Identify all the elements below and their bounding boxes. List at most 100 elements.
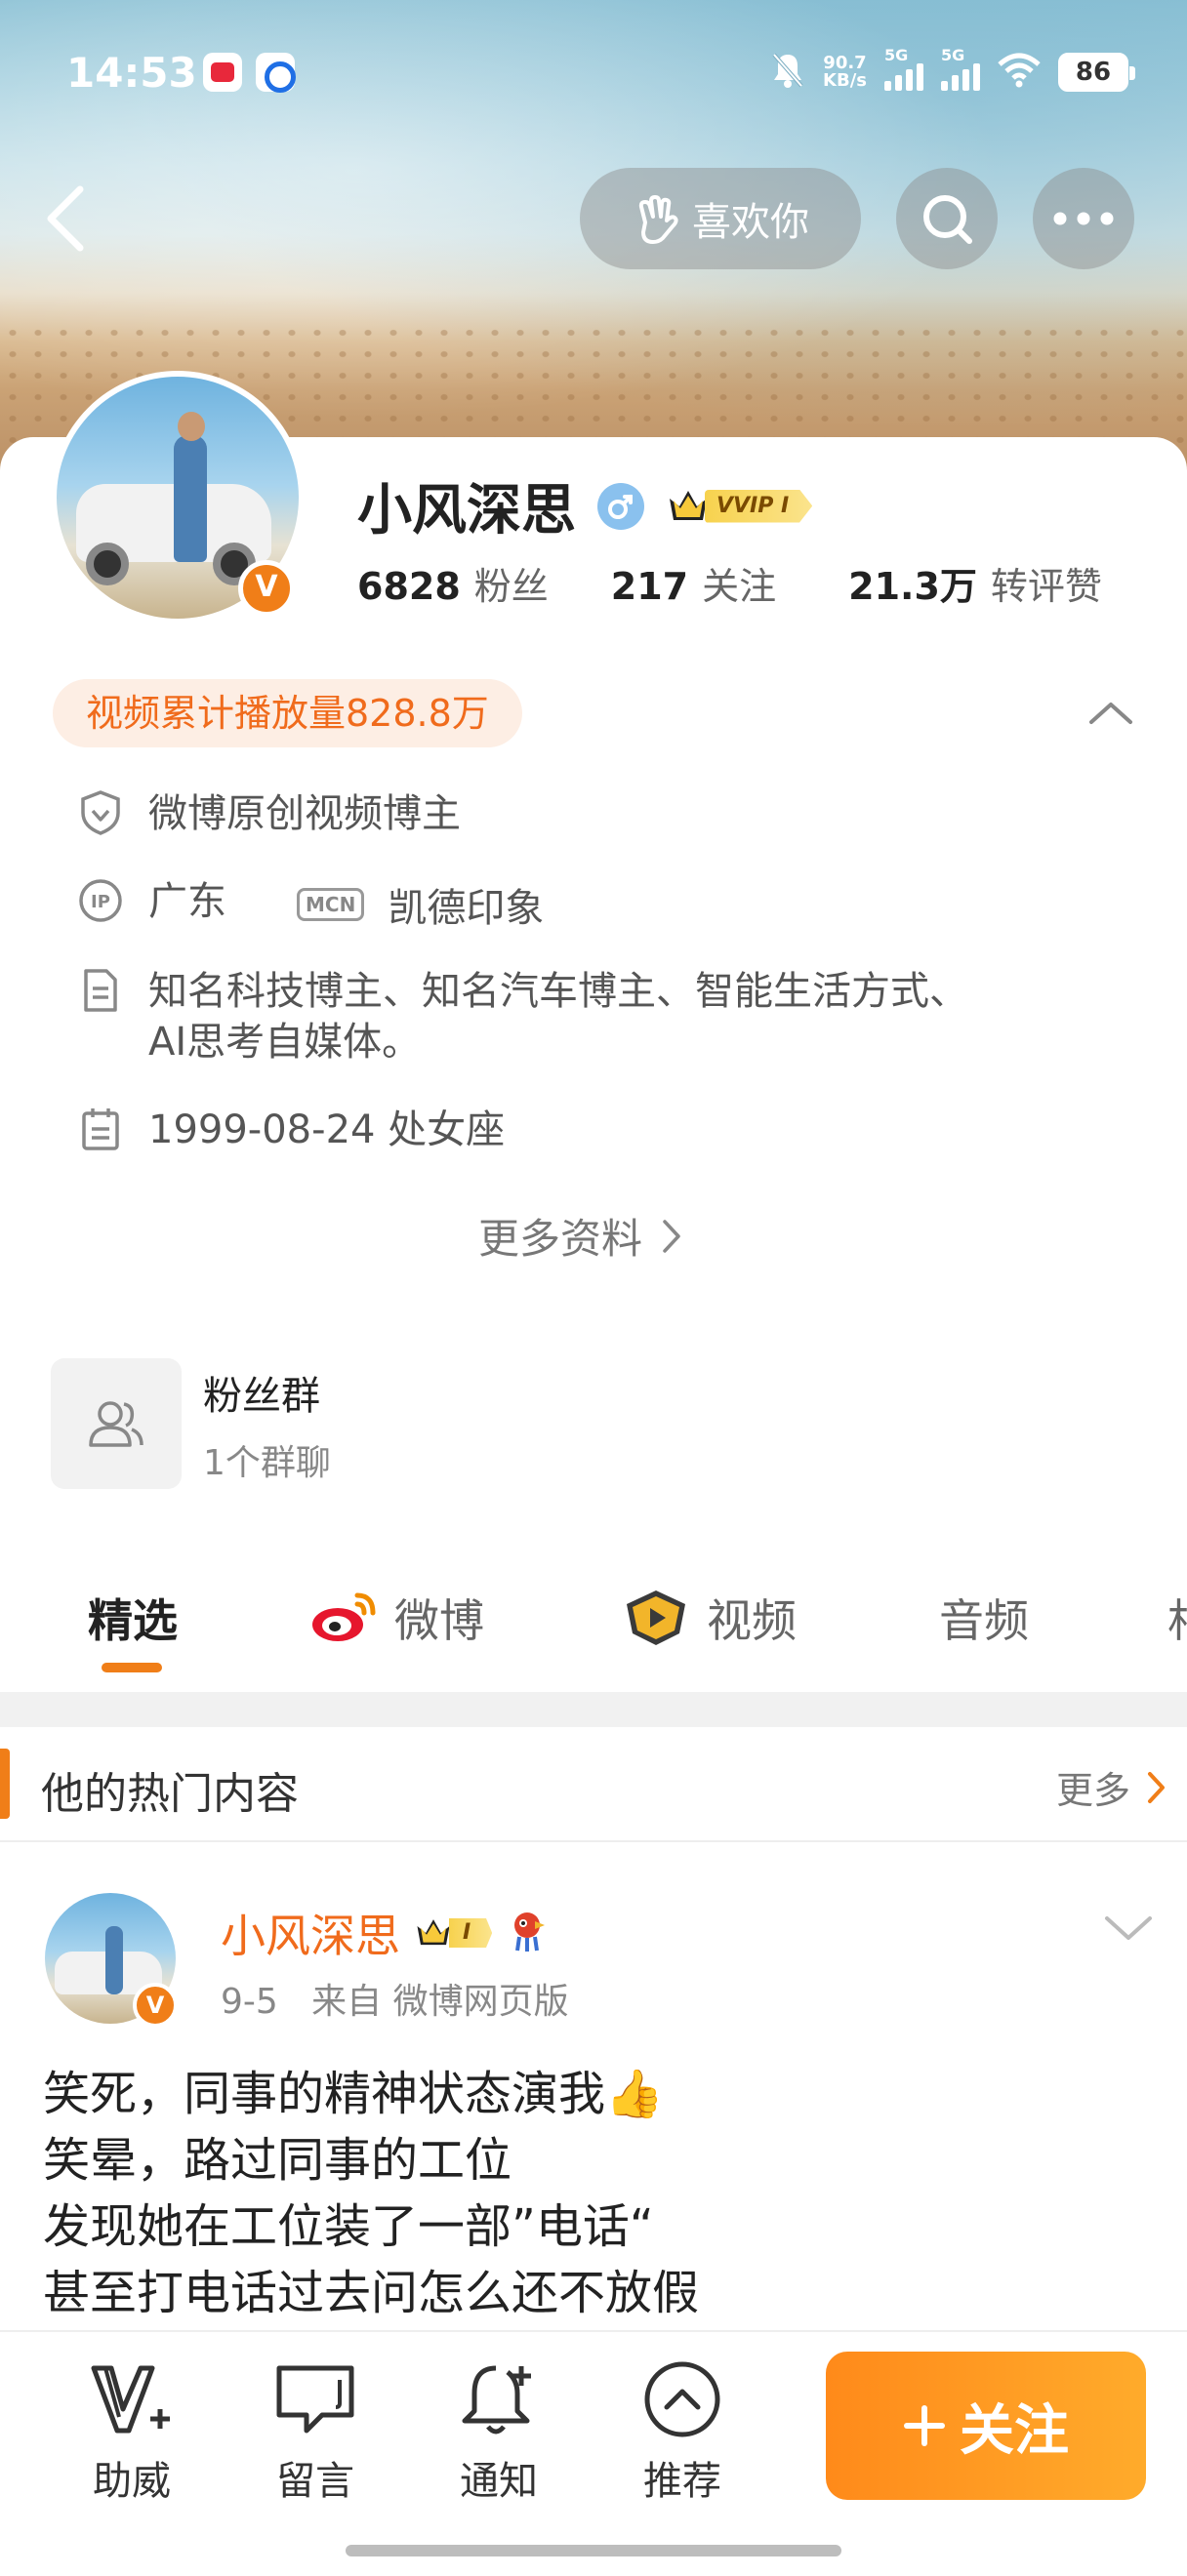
chevron-down-icon <box>1105 1916 1152 1940</box>
male-gender-icon <box>597 482 644 530</box>
crown-icon <box>414 1915 453 1951</box>
status-bar: 14:53 90.7 KB/s 5G 5G 86 <box>0 39 1187 107</box>
ip-location-icon: IP <box>76 876 125 925</box>
notify-button[interactable]: 通知 <box>426 2355 572 2506</box>
more-info-label: 更多资料 <box>478 1215 643 1263</box>
chevron-right-icon <box>1148 1771 1165 1803</box>
hot-content-header: 他的热门内容 更多 <box>0 1727 1187 1842</box>
weibo-logo-icon <box>312 1592 376 1641</box>
birthday-text: 1999-08-24 处女座 <box>148 1107 506 1152</box>
post-text[interactable]: 笑死，同事的精神状态演我👍 笑晕，路过同事的工位 发现她在工位装了一部”电话“ … <box>43 2061 1156 2326</box>
mcn-row: MCN 凯德印象 <box>297 876 544 933</box>
like-you-button[interactable]: 喜欢你 <box>580 168 861 269</box>
signal-strength-icon: 5G <box>941 46 980 91</box>
vvip-label: VVIP I <box>705 489 813 523</box>
follow-label: 关注 <box>960 2398 1069 2463</box>
post-line: 笑死，同事的精神状态演我👍 <box>43 2067 664 2121</box>
mcn-name: 凯德印象 <box>388 886 545 931</box>
post-line: 甚至打电话过去问怎么还不放假 <box>43 2266 700 2320</box>
post-options-button[interactable] <box>1099 1909 1158 1948</box>
collapse-button[interactable] <box>1082 683 1140 742</box>
recommend-button[interactable]: 推荐 <box>609 2355 756 2506</box>
message-button[interactable]: 留言 <box>242 2355 389 2506</box>
tab-video[interactable]: 视频 <box>621 1579 797 1657</box>
document-icon <box>76 966 125 1015</box>
section-divider <box>0 1692 1187 1727</box>
network-speed: 90.7 KB/s <box>823 53 867 91</box>
like-you-label: 喜欢你 <box>692 200 809 245</box>
cheer-v-plus-icon <box>88 2355 176 2443</box>
tab-featured[interactable]: 精选 <box>88 1579 178 1657</box>
content-tabs: 精选 微博 视频 音频 相 <box>0 1579 1187 1676</box>
profile-stats: 6828 粉丝 217 关注 21.3万 转评赞 <box>357 556 1102 610</box>
vvip-badge[interactable]: VVIP I <box>666 487 813 526</box>
mcn-icon: MCN <box>297 888 365 921</box>
wave-hand-icon <box>638 195 678 244</box>
back-button[interactable] <box>39 183 98 254</box>
search-button[interactable] <box>896 168 998 269</box>
chat-bubble-icon <box>271 2355 359 2443</box>
birthday-row: 1999-08-24 处女座 <box>76 1105 505 1155</box>
post-author-name[interactable]: 小风深思 <box>221 1901 400 1965</box>
interactions-stat[interactable]: 21.3万 转评赞 <box>848 556 1102 610</box>
fan-group-subtitle: 1个群聊 <box>203 1443 331 1483</box>
verification-text: 微博原创视频博主 <box>148 791 461 836</box>
video-badge-icon <box>627 1590 685 1645</box>
group-people-icon <box>89 1401 143 1447</box>
chevron-left-icon <box>47 185 84 252</box>
post-line: 笑晕，路过同事的工位 <box>43 2133 512 2188</box>
profile-avatar[interactable]: V <box>51 371 305 624</box>
bio-row: 知名科技博主、知名汽车博主、智能生活方式、 AI思考自媒体。 <box>76 966 968 1067</box>
location-row: IP 广东 MCN 凯德印象 <box>76 876 544 933</box>
post-date: 9-5 <box>221 1982 278 2022</box>
fan-group-icon-box[interactable] <box>51 1358 182 1489</box>
battery-indicator: 86 <box>1058 53 1135 92</box>
follow-button[interactable]: 关注 <box>826 2352 1146 2500</box>
post-meta: 9-5 来自 微博网页版 <box>221 1973 569 2024</box>
hot-content-title: 他的热门内容 <box>41 1769 299 1819</box>
more-info-link[interactable]: 更多资料 <box>478 1206 683 1266</box>
status-time: 14:53 <box>66 49 197 97</box>
svg-text:IP: IP <box>91 892 110 912</box>
plus-icon <box>904 2405 945 2446</box>
chevron-up-circle-icon <box>638 2355 726 2443</box>
calendar-icon <box>76 1105 125 1153</box>
video-app-notification-icon <box>203 53 242 92</box>
active-tab-indicator <box>102 1663 162 1672</box>
signal-strength-icon: 5G <box>884 46 923 91</box>
mute-icon <box>770 51 805 94</box>
user-name: 小风深思 <box>357 479 576 543</box>
profile-name-row: 小风深思 VVIP I <box>357 466 813 545</box>
fans-stat[interactable]: 6828 粉丝 <box>357 556 549 610</box>
ip-location-text: 广东 <box>148 879 226 924</box>
fan-badge-icon <box>506 1908 549 1958</box>
cheer-button[interactable]: 助威 <box>59 2355 205 2506</box>
search-icon <box>923 195 972 244</box>
post-line: 发现她在工位装了一部”电话“ <box>43 2199 654 2254</box>
following-stat[interactable]: 217 关注 <box>611 556 776 610</box>
tab-album[interactable]: 相 <box>1167 1579 1187 1657</box>
bio-text: 知名科技博主、知名汽车博主、智能生活方式、 AI思考自媒体。 <box>148 969 968 1065</box>
hot-content-more-link[interactable]: 更多 <box>1056 1760 1167 1814</box>
video-plays-badge[interactable]: 视频累计播放量828.8万 <box>53 679 522 747</box>
tab-weibo[interactable]: 微博 <box>308 1579 484 1657</box>
chevron-up-icon <box>1089 703 1132 724</box>
home-indicator[interactable] <box>346 2545 841 2556</box>
shield-icon <box>76 788 125 837</box>
crown-icon <box>666 487 711 526</box>
more-options-button[interactable] <box>1033 168 1134 269</box>
fan-group-title[interactable]: 粉丝群 <box>203 1364 320 1421</box>
bottom-action-bar: 助威 留言 通知 推荐 关注 <box>0 2330 1187 2576</box>
bell-plus-icon <box>455 2355 543 2443</box>
post-source: 来自 微博网页版 <box>311 1982 569 2022</box>
chevron-right-icon <box>663 1219 680 1253</box>
verification-row: 微博原创视频博主 <box>76 788 461 839</box>
wifi-icon <box>998 53 1041 92</box>
verified-badge-icon: V <box>133 1983 178 2028</box>
app-notification-icon <box>256 53 296 93</box>
more-dots-icon <box>1053 212 1114 225</box>
tab-audio[interactable]: 音频 <box>939 1579 1029 1657</box>
vip-level-badge[interactable]: I <box>414 1915 493 1951</box>
post-author-row: 小风深思 I <box>221 1901 549 1965</box>
verified-badge-icon: V <box>238 560 295 617</box>
